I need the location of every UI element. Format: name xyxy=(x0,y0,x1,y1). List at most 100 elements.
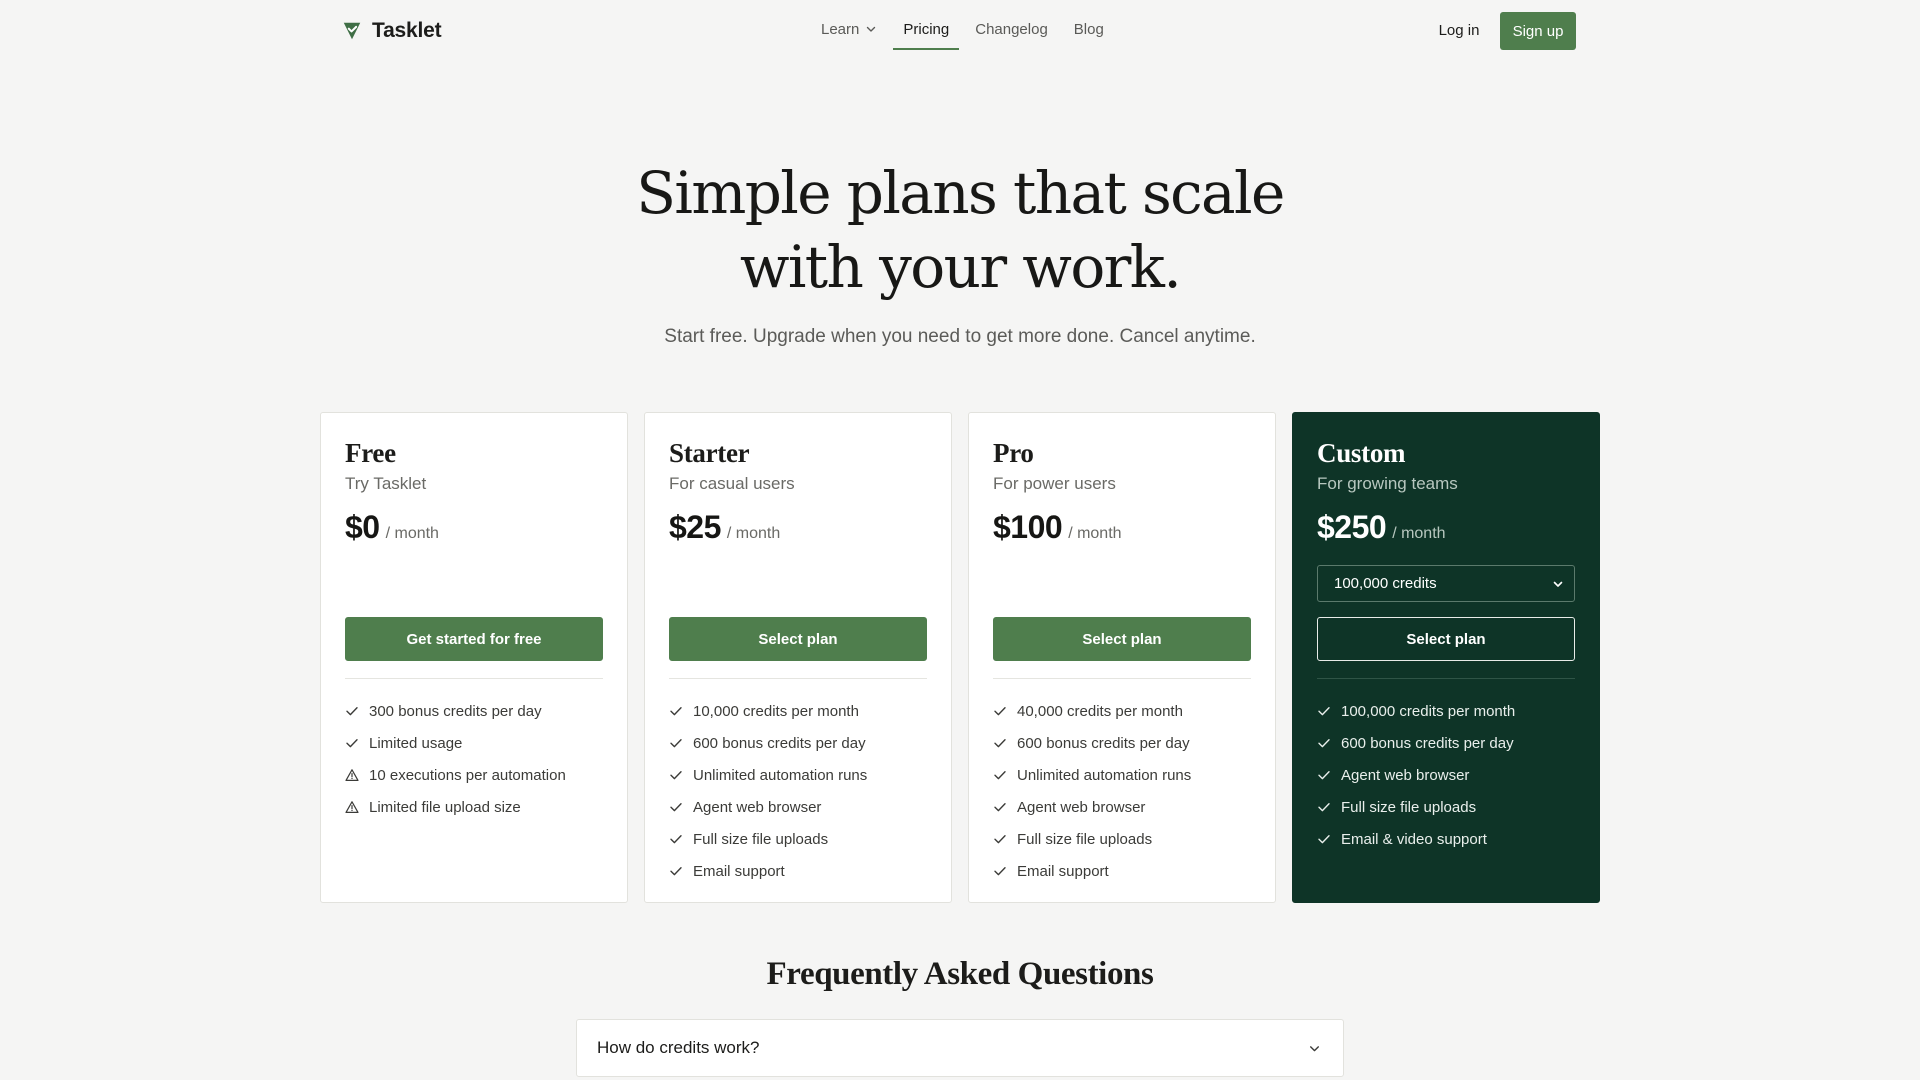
feature-text: Unlimited automation runs xyxy=(693,766,868,784)
nav-learn[interactable]: Learn xyxy=(811,10,887,50)
check-icon xyxy=(1318,835,1330,844)
tasklet-logo-icon xyxy=(343,22,361,40)
brand-name: Tasklet xyxy=(372,19,442,42)
feature-text: Email & video support xyxy=(1341,830,1487,848)
plan-price: $100 xyxy=(993,509,1063,545)
feature-text: Email support xyxy=(693,862,785,880)
chevron-down-icon xyxy=(1553,581,1563,587)
feature-text: Email support xyxy=(1017,862,1109,880)
check-icon xyxy=(670,771,682,780)
check-icon xyxy=(346,739,358,748)
feature-item: 10,000 credits per month xyxy=(669,695,931,727)
price-row: $25 / month xyxy=(669,509,927,549)
feature-text: Unlimited automation runs xyxy=(1017,766,1192,784)
feature-item: Agent web browser xyxy=(669,791,931,823)
check-icon xyxy=(994,707,1006,716)
feature-item: Unlimited automation runs xyxy=(993,759,1255,791)
feature-text: 10 executions per automation xyxy=(369,766,566,784)
nav-blog-label: Blog xyxy=(1073,20,1104,38)
plan-tagline: Try Tasklet xyxy=(345,474,427,493)
signup-button[interactable]: Sign up xyxy=(1500,12,1576,50)
plan-card-pro: Pro For power users $100 / month Select … xyxy=(968,412,1276,903)
price-row: $250 / month xyxy=(1317,509,1575,549)
hero-subtitle: Start free. Upgrade when you need to get… xyxy=(664,326,1256,347)
feature-list: 300 bonus credits per day Limited usage … xyxy=(345,695,607,823)
check-icon xyxy=(994,867,1006,876)
nav-changelog[interactable]: Changelog xyxy=(965,10,1058,50)
brand-home-link[interactable]: Tasklet xyxy=(341,16,442,46)
feature-item: Email support xyxy=(993,855,1255,887)
divider xyxy=(993,678,1251,679)
plan-name: Custom xyxy=(1317,438,1406,468)
check-icon xyxy=(1318,739,1330,748)
check-icon xyxy=(994,739,1006,748)
hero-title-line-2: with your work. xyxy=(739,233,1182,301)
feature-list: 100,000 credits per month 600 bonus cred… xyxy=(1317,695,1579,855)
divider xyxy=(1317,678,1575,679)
plan-card-starter: Starter For casual users $25 / month Sel… xyxy=(644,412,952,903)
plan-price: $0 xyxy=(345,509,380,545)
feature-item: Unlimited automation runs xyxy=(669,759,931,791)
nav-pricing[interactable]: Pricing xyxy=(893,10,960,50)
plan-name: Starter xyxy=(669,438,750,468)
nav-pricing-label: Pricing xyxy=(903,20,950,38)
faq-title: Frequently Asked Questions xyxy=(766,956,1154,992)
feature-text: 300 bonus credits per day xyxy=(369,702,542,720)
check-icon xyxy=(994,835,1006,844)
check-icon xyxy=(994,771,1006,780)
check-icon xyxy=(1318,803,1330,812)
price-row: $100 / month xyxy=(993,509,1251,549)
chevron-down-icon xyxy=(1310,1045,1319,1051)
check-icon xyxy=(670,867,682,876)
feature-text: Agent web browser xyxy=(1017,798,1146,816)
feature-text: Full size file uploads xyxy=(1341,798,1477,816)
check-icon xyxy=(1318,771,1330,780)
feature-text: Limited file upload size xyxy=(369,798,521,816)
credits-select[interactable]: 100,000 credits xyxy=(1317,565,1575,602)
plan-tagline: For growing teams xyxy=(1317,474,1458,493)
top-navigation-bar: Tasklet Learn Pricing Changelog Blog Log… xyxy=(0,0,1920,62)
check-icon xyxy=(670,835,682,844)
feature-text: 600 bonus credits per day xyxy=(693,734,866,752)
check-icon xyxy=(670,739,682,748)
get-started-free-button[interactable]: Get started for free xyxy=(345,617,603,661)
feature-text: 100,000 credits per month xyxy=(1341,702,1516,720)
check-icon xyxy=(670,707,682,716)
main-nav: Learn Pricing Changelog Blog xyxy=(808,10,1117,50)
plan-price: $25 xyxy=(669,509,721,545)
price-period: / month xyxy=(385,525,439,542)
select-plan-starter-button[interactable]: Select plan xyxy=(669,617,927,661)
hero-title-line-1: Simple plans that scale xyxy=(636,159,1285,227)
plan-card-custom: Custom For growing teams $250 / month 10… xyxy=(1292,412,1600,903)
check-icon xyxy=(994,803,1006,812)
price-period: / month xyxy=(1392,525,1446,542)
select-plan-custom-button[interactable]: Select plan xyxy=(1317,617,1575,661)
feature-list: 40,000 credits per month 600 bonus credi… xyxy=(993,695,1255,887)
login-link[interactable]: Log in xyxy=(1428,13,1490,47)
plan-name: Pro xyxy=(993,438,1034,468)
feature-item: 300 bonus credits per day xyxy=(345,695,607,727)
feature-text: Agent web browser xyxy=(693,798,822,816)
warning-icon xyxy=(345,769,359,781)
check-icon xyxy=(670,803,682,812)
feature-item: 600 bonus credits per day xyxy=(669,727,931,759)
warning-icon xyxy=(345,801,359,813)
check-icon xyxy=(346,707,358,716)
feature-text: 10,000 credits per month xyxy=(693,702,859,720)
price-period: / month xyxy=(726,525,781,542)
nav-blog[interactable]: Blog xyxy=(1064,10,1114,50)
feature-item: 600 bonus credits per day xyxy=(993,727,1255,759)
nav-changelog-label: Changelog xyxy=(975,20,1048,38)
feature-item: 40,000 credits per month xyxy=(993,695,1255,727)
feature-text: Full size file uploads xyxy=(1017,830,1153,848)
feature-item: Limited file upload size xyxy=(345,791,607,823)
feature-item: Agent web browser xyxy=(1317,759,1579,791)
plan-tagline: For power users xyxy=(993,474,1116,493)
select-plan-pro-button[interactable]: Select plan xyxy=(993,617,1251,661)
plan-price: $250 xyxy=(1317,509,1387,545)
feature-item: 10 executions per automation xyxy=(345,759,607,791)
divider xyxy=(345,678,603,679)
faq-item-credits[interactable]: How do credits work? xyxy=(576,1019,1344,1077)
divider xyxy=(669,678,927,679)
feature-text: 600 bonus credits per day xyxy=(1341,734,1514,752)
